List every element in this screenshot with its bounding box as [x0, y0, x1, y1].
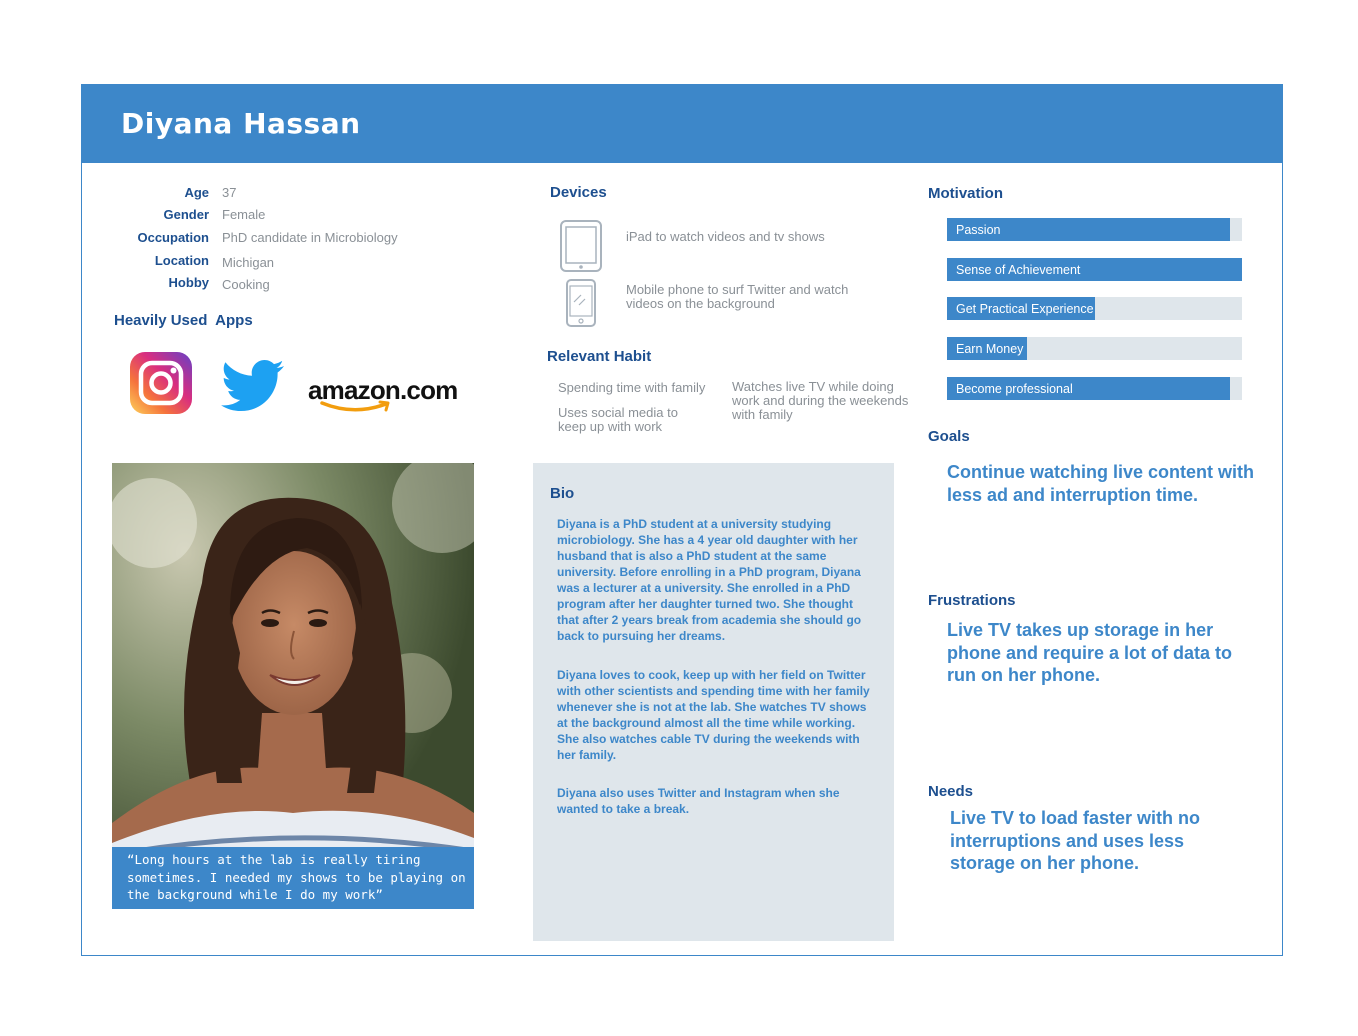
- twitter-logo-icon: [220, 359, 286, 413]
- device-text-ipad: iPad to watch videos and tv shows: [626, 229, 825, 244]
- bio-paragraph: Diyana also uses Twitter and Instagram w…: [557, 786, 840, 816]
- frustrations-title: Frustrations: [928, 592, 1016, 609]
- detail-value-occupation: PhD candidate in Microbiology: [222, 230, 398, 245]
- motivation-bar-experience: Get Practical Experience: [947, 297, 1242, 320]
- motivation-bar-label: Earn Money: [956, 342, 1024, 356]
- bio-title: Bio: [550, 485, 575, 502]
- persona-photo: [112, 463, 474, 909]
- motivation-bar-professional: Become professional: [947, 377, 1242, 400]
- habit-item: Watches live TV while doing work and dur…: [732, 379, 909, 422]
- habits-title: Relevant Habit: [547, 348, 652, 365]
- detail-label-hobby: Hobby: [168, 275, 209, 290]
- detail-value-gender: Female: [222, 207, 266, 222]
- motivation-bar-achievement: Sense of Achievement: [947, 258, 1242, 281]
- tablet-icon: [559, 219, 603, 273]
- goals-title: Goals: [928, 428, 970, 445]
- motivation-bar-label: Sense of Achievement: [956, 263, 1081, 277]
- detail-label-gender: Gender: [163, 207, 209, 222]
- detail-label-occupation: Occupation: [137, 230, 209, 245]
- motivation-bar-passion: Passion: [947, 218, 1242, 241]
- instagram-logo-icon: [130, 352, 192, 414]
- needs-title: Needs: [928, 783, 974, 800]
- persona-quote: “Long hours at the lab is really tiring …: [112, 847, 474, 909]
- goals-text: Continue watching live content with less…: [947, 462, 1255, 505]
- habit-item: Uses social media to keep up with work: [558, 405, 678, 434]
- bio-paragraph: Diyana loves to cook, keep up with her f…: [557, 668, 870, 762]
- devices-title: Devices: [550, 184, 607, 201]
- motivation-bar-label: Passion: [956, 223, 1001, 237]
- persona-card: Diyana Hassan Age 37 Gender Female Occup…: [81, 84, 1283, 956]
- detail-label-age: Age: [184, 185, 209, 200]
- persona-name: Diyana Hassan: [121, 107, 361, 140]
- frustrations-text: Live TV takes up storage in her phone an…: [947, 620, 1233, 685]
- device-text-phone: Mobile phone to surf Twitter and watch v…: [626, 282, 849, 311]
- phone-icon: [565, 278, 597, 328]
- habit-item: Spending time with family: [558, 380, 706, 395]
- bio-panel: Bio Diyana is a PhD student at a univers…: [533, 463, 894, 941]
- detail-value-location: Michigan: [222, 255, 275, 270]
- apps-title: Heavily Used Apps: [114, 312, 253, 329]
- motivation-title: Motivation: [928, 185, 1003, 202]
- motivation-bar-label: Get Practical Experience: [956, 302, 1094, 316]
- amazon-logo-icon: amazon.com: [306, 375, 458, 415]
- detail-label-location: Location: [154, 253, 209, 268]
- detail-value-age: 37: [222, 185, 237, 200]
- motivation-bar-label: Become professional: [956, 382, 1073, 396]
- persona-header: Diyana Hassan: [82, 85, 1282, 163]
- motivation-bar-money: Earn Money: [947, 337, 1242, 360]
- bio-paragraph: Diyana is a PhD student at a university …: [557, 517, 862, 643]
- needs-text: Live TV to load faster with no interrupt…: [950, 808, 1201, 873]
- detail-value-hobby: Cooking: [222, 277, 270, 292]
